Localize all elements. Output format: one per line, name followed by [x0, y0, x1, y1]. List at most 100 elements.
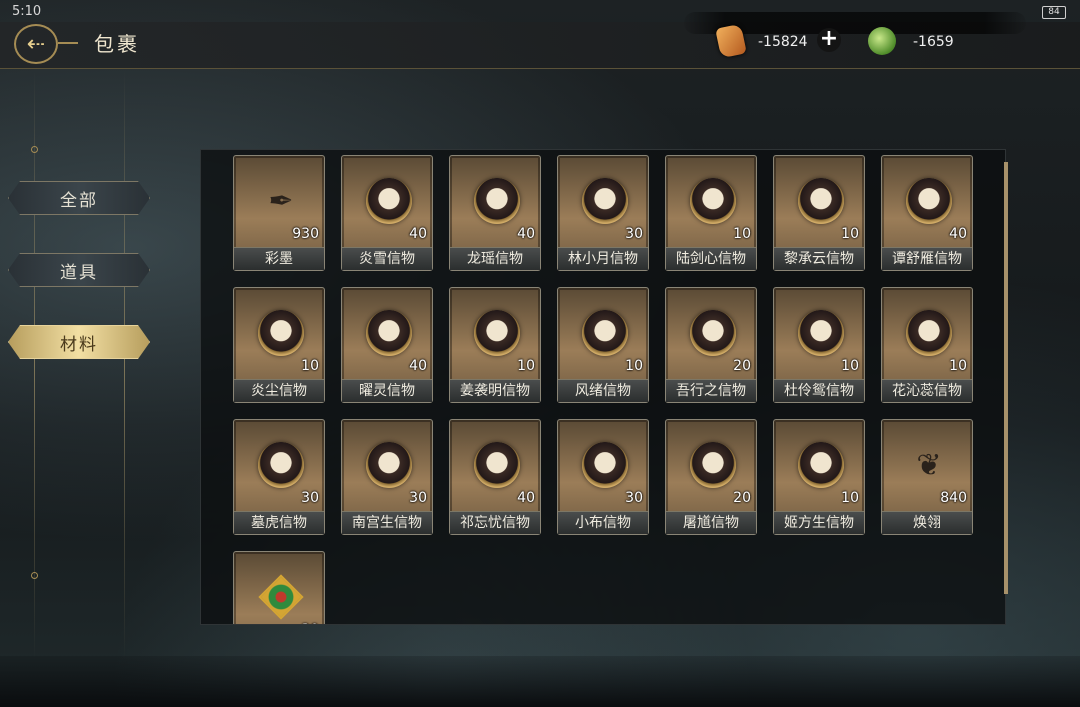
item-count: 10 [301, 358, 319, 374]
portrait-token-icon [798, 178, 844, 224]
item-count: 10 [841, 490, 859, 506]
inventory-item[interactable]: ❦ 840 焕翎 [881, 419, 973, 535]
inventory-item[interactable]: 10 炎尘信物 [233, 287, 325, 403]
gem-shape [258, 574, 304, 620]
inventory-item[interactable]: 40 龙瑶信物 [449, 155, 541, 271]
item-name: 焕翎 [882, 511, 972, 534]
portrait-token-icon [474, 178, 520, 224]
inventory-item[interactable]: 10 花沁蕊信物 [881, 287, 973, 403]
portrait-token-icon [258, 310, 304, 356]
sidebar-ornament-dot [31, 146, 38, 153]
item-count: 30 [301, 622, 319, 624]
add-currency-button[interactable]: + [817, 28, 841, 52]
inventory-item[interactable]: 30 小布信物 [557, 419, 649, 535]
status-time: 5:10 [12, 4, 42, 19]
inventory-item[interactable]: 10 姜袭明信物 [449, 287, 541, 403]
item-count: 30 [409, 490, 427, 506]
back-arrow-icon: ⇠ [26, 31, 46, 57]
bottom-fade [0, 656, 1080, 707]
item-count: 10 [625, 358, 643, 374]
sidebar-ornament-dot [31, 572, 38, 579]
tab-materials-label: 材料 [60, 334, 98, 355]
item-name: 陆剑心信物 [666, 247, 756, 270]
inventory-item[interactable]: 30 南宫生信物 [341, 419, 433, 535]
portrait-token-icon [366, 310, 412, 356]
back-ornament [58, 42, 78, 44]
item-count: 40 [409, 226, 427, 242]
item-count: 10 [517, 358, 535, 374]
item-count: 40 [517, 490, 535, 506]
inventory-item[interactable]: 40 谭舒雁信物 [881, 155, 973, 271]
item-name: 彩墨 [234, 247, 324, 270]
inventory-item[interactable]: 40 曜灵信物 [341, 287, 433, 403]
portrait-token-icon [366, 178, 412, 224]
inventory-item[interactable]: 10 姬方生信物 [773, 419, 865, 535]
portrait-token-icon [582, 442, 628, 488]
item-count: 40 [409, 358, 427, 374]
sidebar-ornament-line [124, 70, 125, 660]
portrait-token-icon [582, 178, 628, 224]
portrait-token-icon [690, 442, 736, 488]
portrait-token-icon [906, 178, 952, 224]
item-name: 南宫生信物 [342, 511, 432, 534]
item-count: 10 [841, 358, 859, 374]
feather-icon: ❦ [916, 447, 942, 483]
item-count: 10 [841, 226, 859, 242]
inventory-item[interactable]: 30 [233, 551, 325, 624]
inventory-item[interactable]: 10 黎承云信物 [773, 155, 865, 271]
page-title: 包裹 [94, 32, 140, 56]
scrollbar-thumb[interactable] [1004, 162, 1008, 594]
item-count: 10 [949, 358, 967, 374]
inventory-item[interactable]: ✒ 930 彩墨 [233, 155, 325, 271]
inventory-item[interactable]: 30 林小月信物 [557, 155, 649, 271]
item-count: 20 [733, 490, 751, 506]
portrait-token-icon [258, 442, 304, 488]
inventory-item[interactable]: 30 墓虎信物 [233, 419, 325, 535]
tab-materials[interactable]: 材料 [8, 325, 150, 359]
portrait-token-icon [474, 442, 520, 488]
inventory-item[interactable]: 40 祁忘忧信物 [449, 419, 541, 535]
item-count: 30 [301, 490, 319, 506]
inventory-grid[interactable]: ✒ 930 彩墨 40 炎雪信物 40 龙瑶信物 30 林小月信物 10 陆剑心信物 10 黎承云信物 4… [200, 149, 1006, 625]
tab-all[interactable]: 全部 [8, 181, 150, 215]
portrait-token-icon [906, 310, 952, 356]
inventory-item[interactable]: 40 炎雪信物 [341, 155, 433, 271]
inventory-item[interactable]: 20 吾行之信物 [665, 287, 757, 403]
item-name: 黎承云信物 [774, 247, 864, 270]
item-name: 姬方生信物 [774, 511, 864, 534]
item-count: 840 [940, 490, 967, 506]
item-count: 10 [733, 226, 751, 242]
portrait-token-icon [474, 310, 520, 356]
item-name: 花沁蕊信物 [882, 379, 972, 402]
jade-gem-icon [258, 574, 304, 620]
portrait-token-icon [798, 442, 844, 488]
item-count: 20 [733, 358, 751, 374]
inventory-item[interactable]: 20 屠馗信物 [665, 419, 757, 535]
item-count: 930 [292, 226, 319, 242]
tab-props[interactable]: 道具 [8, 253, 150, 287]
item-name: 曜灵信物 [342, 379, 432, 402]
item-count: 40 [949, 226, 967, 242]
item-name: 炎尘信物 [234, 379, 324, 402]
item-name: 龙瑶信物 [450, 247, 540, 270]
back-button[interactable]: ⇠ [14, 24, 58, 64]
portrait-token-icon [798, 310, 844, 356]
inventory-item[interactable]: 10 杜伶鸳信物 [773, 287, 865, 403]
inventory-item[interactable]: 10 陆剑心信物 [665, 155, 757, 271]
item-name: 风绪信物 [558, 379, 648, 402]
tab-props-label: 道具 [60, 262, 98, 283]
item-name: 小布信物 [558, 511, 648, 534]
item-count: 30 [625, 226, 643, 242]
tab-all-label: 全部 [60, 190, 98, 211]
inventory-item[interactable]: 10 风绪信物 [557, 287, 649, 403]
portrait-token-icon [690, 310, 736, 356]
item-count: 30 [625, 490, 643, 506]
item-count: 40 [517, 226, 535, 242]
item-name: 屠馗信物 [666, 511, 756, 534]
item-name: 祁忘忧信物 [450, 511, 540, 534]
portrait-token-icon [366, 442, 412, 488]
battery-icon: 84 [1042, 6, 1066, 19]
brush-icon: ✒ [268, 183, 294, 219]
scrollbar[interactable] [1004, 162, 1008, 594]
currency-value-jade: -1659 [913, 34, 954, 50]
